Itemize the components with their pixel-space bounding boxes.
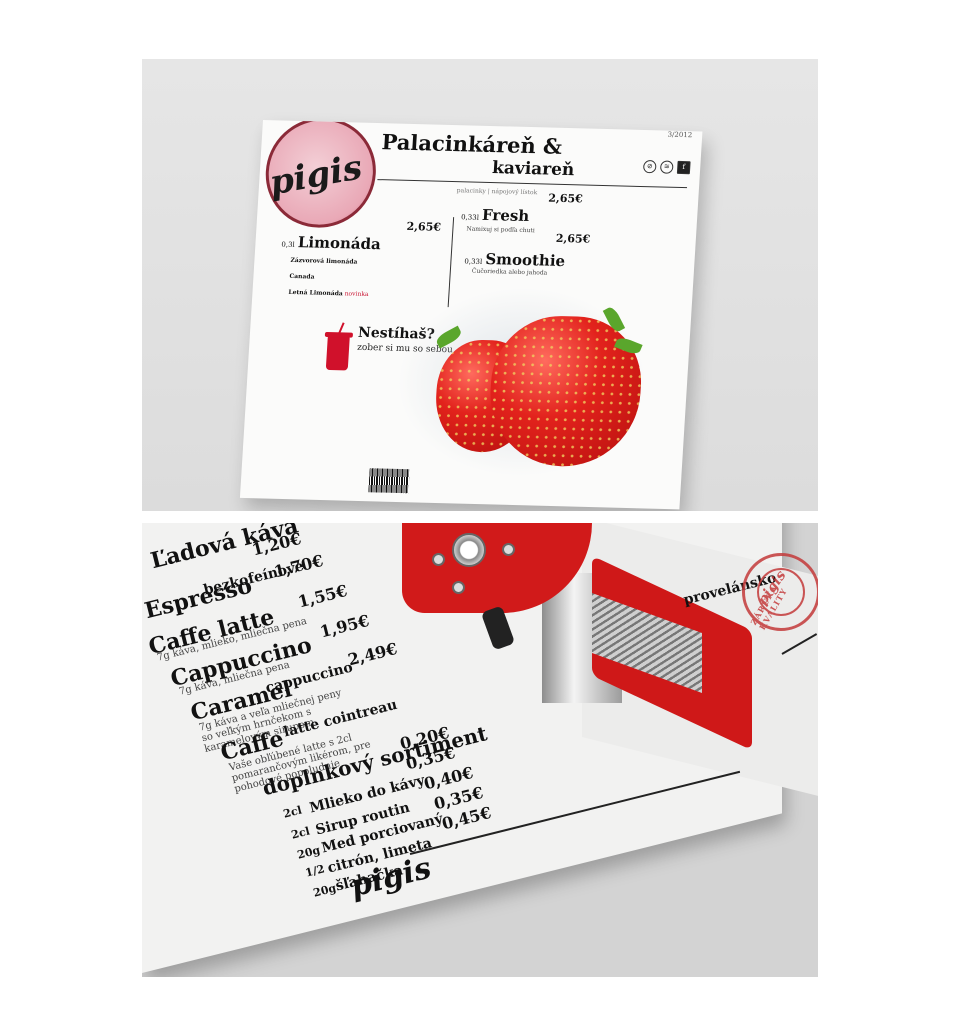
- note-zazvor: Zázvorová limonáda: [290, 256, 358, 266]
- item-name: Smoothie: [484, 249, 566, 271]
- knob-icon: [502, 543, 515, 556]
- cover-title: Palacinkáreň &: [380, 129, 563, 159]
- limonada-notes: Zázvorová limonáda Canada Letná Limonáda…: [288, 257, 410, 301]
- title-divider: [377, 179, 688, 189]
- espresso-machine: [392, 523, 752, 753]
- item-price: 2,65€: [555, 231, 591, 246]
- meta-icons: ⊘ ≋ f: [642, 160, 691, 175]
- quality-stamp: pigis ZÁRUKA KVALITY: [742, 553, 818, 632]
- item-name: Fresh: [481, 205, 530, 226]
- note-letna: Letná Limonáda: [288, 289, 343, 298]
- item-volume: 0,33l: [464, 257, 483, 266]
- no-smoking-icon: ⊘: [642, 160, 657, 174]
- menu-spread-photo: Ľadová káva 1,20€ Espresso bezkofeínové …: [142, 523, 818, 977]
- cover-photo: pigis Palacinkáreň & kaviareň 3/2012 ⊘ ≋…: [142, 59, 818, 511]
- barcode: [368, 468, 410, 494]
- item-price: 2,65€: [406, 219, 442, 234]
- smoothie-note: Čučoriedka alebo jahoda: [471, 267, 548, 277]
- item-fresh: 0,33l Fresh: [461, 205, 530, 225]
- item-volume: 0,3l: [281, 240, 295, 249]
- pressure-gauge-icon: [452, 533, 486, 567]
- issue-number: 3/2012: [667, 130, 693, 140]
- item-limonada: 0,3l Limonáda: [281, 233, 382, 254]
- note-canada: Canada: [289, 273, 315, 281]
- knob-icon: [432, 553, 445, 566]
- item-name: Limonáda: [297, 233, 382, 254]
- column-divider: [447, 217, 455, 308]
- fresh-note: Namixuj si podľa chuti: [466, 225, 536, 235]
- item-price: 2,65€: [547, 191, 584, 206]
- cover-subtitle: kaviareň: [491, 158, 575, 181]
- novinka-badge: novinka: [344, 290, 369, 299]
- cover-tagline: palacinky | nápojový lístok: [456, 187, 538, 197]
- item-volume: 0,33l: [460, 213, 480, 222]
- magazine-cover: pigis Palacinkáreň & kaviareň 3/2012 ⊘ ≋…: [239, 120, 703, 510]
- facebook-icon: f: [676, 160, 691, 175]
- wifi-icon: ≋: [659, 160, 674, 174]
- knob-icon: [452, 581, 465, 594]
- takeaway-cup-icon: [325, 335, 350, 371]
